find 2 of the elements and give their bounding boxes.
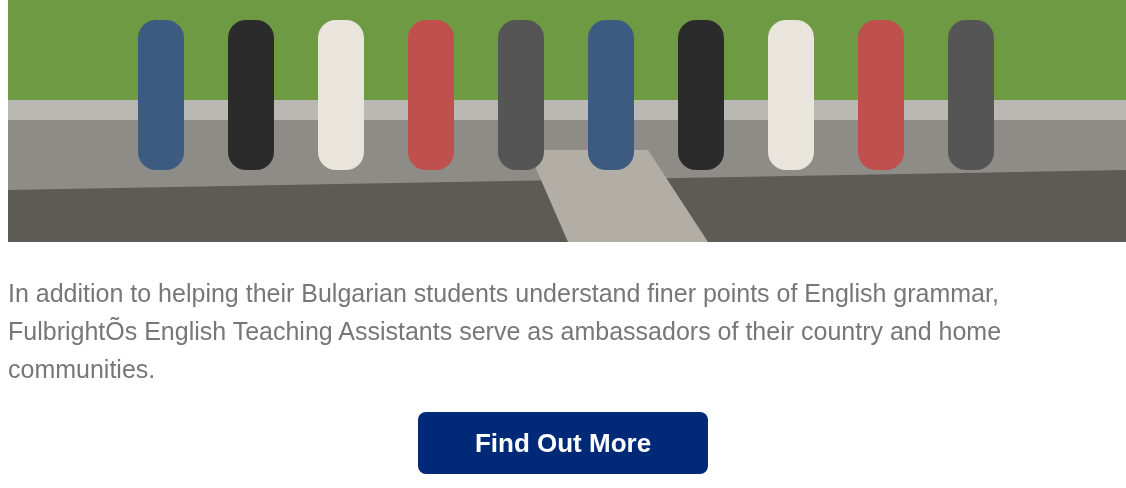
find-out-more-button[interactable]: Find Out More [418, 412, 708, 474]
caption-text: In addition to helping their Bulgarian students understand finer points of English grammar, FulbrightÕs English Teaching Assistants serve as ambassadors of their country and home communities. [8, 278, 1003, 385]
